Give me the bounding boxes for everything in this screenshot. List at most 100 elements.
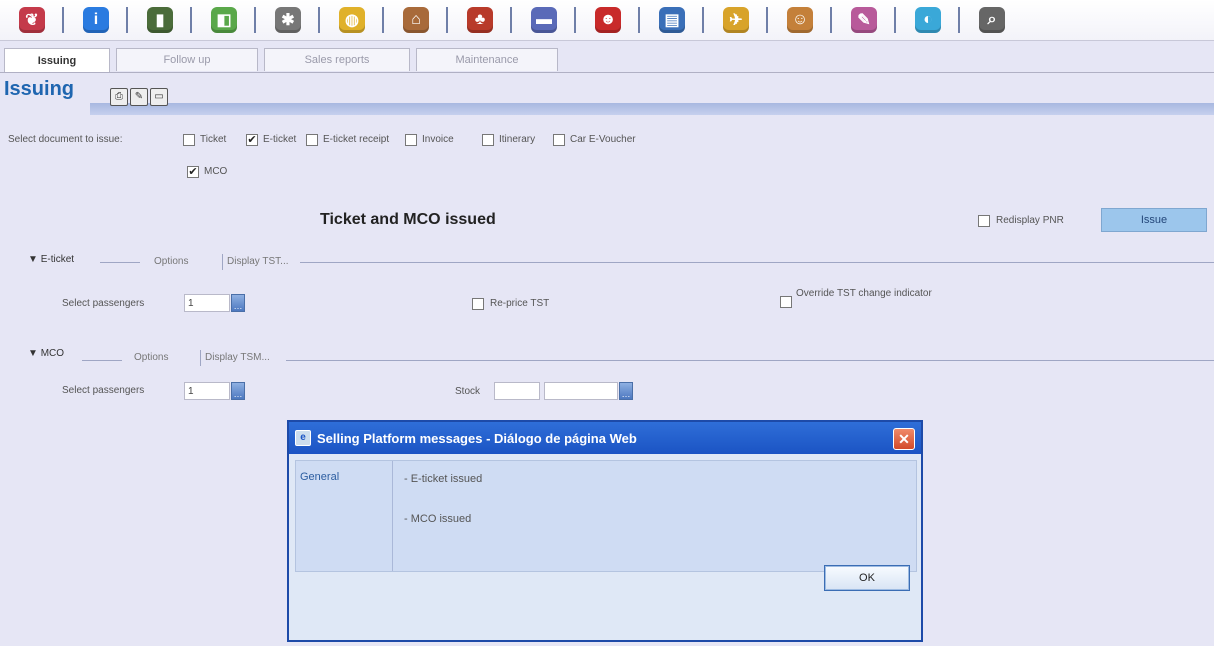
eticket-label: E-ticket — [263, 134, 297, 145]
toolbar-button-15[interactable]: ◐ — [896, 0, 960, 40]
title-band — [90, 103, 1214, 115]
toolbar-button-8[interactable]: ♣ — [448, 0, 512, 40]
mco-label: MCO — [204, 166, 228, 177]
house-icon: ⌂ — [403, 7, 429, 33]
book-icon: ▮ — [147, 7, 173, 33]
eticket-options-tab[interactable]: Options — [150, 254, 188, 270]
category-label: General — [300, 471, 340, 483]
stock-label: Stock — [455, 386, 481, 397]
ticket-checkbox[interactable] — [183, 134, 195, 146]
message-mco: - MCO issued — [404, 513, 472, 525]
ok-button[interactable]: OK — [824, 565, 910, 591]
toolbar-button-13[interactable]: ☺ — [768, 0, 832, 40]
messages-dialog: e Selling Platform messages - Diálogo de… — [287, 420, 923, 642]
toolbar-button-7[interactable]: ⌂ — [384, 0, 448, 40]
tab-sales-reports[interactable]: Sales reports — [264, 48, 410, 71]
car-evoucher-checkbox[interactable] — [553, 134, 565, 146]
toolbar-button-4[interactable]: ◧ — [192, 0, 256, 40]
eticket-section-line — [100, 262, 140, 263]
eticket-passengers-picker[interactable]: … — [231, 294, 245, 312]
tab-follow-up[interactable]: Follow up — [116, 48, 258, 71]
tab-divider — [0, 72, 1214, 73]
dialog-category: General — [296, 461, 393, 571]
status-message: Ticket and MCO issued — [320, 211, 496, 228]
search-icon: ⌕ — [979, 7, 1005, 33]
mco-checkbox[interactable]: ✔ — [187, 166, 199, 178]
select-doc-label: Select document to issue: — [8, 134, 123, 145]
collapse-arrow-icon: ▼ — [28, 348, 38, 359]
redisplay-pnr-label: Redisplay PNR — [996, 215, 1064, 226]
reprice-tst-label: Re-price TST — [490, 298, 550, 309]
toolbar-button-3[interactable]: ▮ — [128, 0, 192, 40]
toolbar-button-11[interactable]: ▤ — [640, 0, 704, 40]
toolbar-button-14[interactable]: ✎ — [832, 0, 896, 40]
info-icon: i — [83, 7, 109, 33]
title-toolbar: ⎙ ✎ ▭ — [110, 88, 168, 106]
documents-icon: ▤ — [659, 7, 685, 33]
toolbar-button-12[interactable]: ✈ — [704, 0, 768, 40]
network-icon: ✱ — [275, 7, 301, 33]
itinerary-label: Itinerary — [499, 134, 536, 145]
eticket-section-toggle[interactable]: ▼ E-ticket — [28, 254, 74, 265]
mco-section-line-right — [286, 360, 1214, 361]
web-icon: ◐ — [915, 7, 941, 33]
mco-section-line — [82, 360, 122, 361]
car-evoucher-label: Car E-Voucher — [570, 134, 636, 145]
eticket-section-line-right — [300, 262, 1214, 263]
toolbar-button-1[interactable]: ❦ — [0, 0, 64, 40]
print-icon[interactable]: ⎙ — [110, 88, 128, 106]
cube-icon: ◧ — [211, 7, 237, 33]
dialog-body: General - E-ticket issued - MCO issued — [295, 460, 917, 572]
close-icon[interactable]: ✕ — [893, 428, 915, 450]
tab-maintenance[interactable]: Maintenance — [416, 48, 558, 71]
itinerary-checkbox[interactable] — [482, 134, 494, 146]
car-icon: ▬ — [531, 7, 557, 33]
toolbar-button-9[interactable]: ▬ — [512, 0, 576, 40]
page-title: Issuing — [4, 78, 75, 100]
person-icon: ☺ — [787, 7, 813, 33]
invoice-checkbox[interactable] — [405, 134, 417, 146]
mco-options-tab[interactable]: Options — [130, 350, 168, 366]
eticket-passengers-input[interactable]: 1 — [184, 294, 230, 312]
invoice-label: Invoice — [422, 134, 454, 145]
toolbar-button-5[interactable]: ✱ — [256, 0, 320, 40]
stock-picker[interactable]: … — [619, 382, 633, 400]
mco-select-passengers-label: Select passengers — [62, 385, 145, 396]
override-tst-checkbox[interactable] — [780, 296, 792, 308]
dialog-title: Selling Platform messages - Diálogo de p… — [317, 430, 637, 446]
window-icon[interactable]: ▭ — [150, 88, 168, 106]
collapse-arrow-icon: ▼ — [28, 254, 38, 265]
eticket-receipt-checkbox[interactable] — [306, 134, 318, 146]
airplane-icon: ✈ — [723, 7, 749, 33]
stock-select[interactable] — [544, 382, 618, 400]
tab-issuing[interactable]: Issuing — [4, 48, 110, 73]
module-tabs: Issuing Follow up Sales reports Maintena… — [4, 48, 564, 73]
agent-icon: ☻ — [595, 7, 621, 33]
mco-display-tsm-tab[interactable]: Display TSM... — [200, 350, 270, 366]
dialog-title-bar[interactable]: e Selling Platform messages - Diálogo de… — [289, 422, 921, 454]
mco-passengers-picker[interactable]: … — [231, 382, 245, 400]
profile-icon: ❦ — [19, 7, 45, 33]
redisplay-pnr-checkbox[interactable] — [978, 215, 990, 227]
toolbar-button-6[interactable]: ◍ — [320, 0, 384, 40]
stock-input[interactable] — [494, 382, 540, 400]
app-icon: e — [295, 430, 311, 446]
mco-section-toggle[interactable]: ▼ MCO — [28, 348, 64, 359]
chair-icon: ♣ — [467, 7, 493, 33]
eticket-display-tst-tab[interactable]: Display TST... — [222, 254, 289, 270]
eticket-select-passengers-label: Select passengers — [62, 298, 145, 309]
mco-passengers-input[interactable]: 1 — [184, 382, 230, 400]
toolbar-button-10[interactable]: ☻ — [576, 0, 640, 40]
override-tst-label: Override TST change indicator — [796, 288, 932, 299]
reprice-tst-checkbox[interactable] — [472, 298, 484, 310]
eticket-section-label: E-ticket — [40, 254, 75, 265]
toolbar-button-16[interactable]: ⌕ — [960, 0, 1024, 40]
globe-pie-icon: ◍ — [339, 7, 365, 33]
edit-icon[interactable]: ✎ — [130, 88, 148, 106]
eticket-checkbox[interactable]: ✔ — [246, 134, 258, 146]
chart-icon: ✎ — [851, 7, 877, 33]
main-toolbar: ❦ i ▮ ◧ ✱ ◍ ⌂ ♣ ▬ ☻ ▤ ✈ ☺ ✎ ◐ ⌕ — [0, 0, 1214, 41]
toolbar-button-2[interactable]: i — [64, 0, 128, 40]
issue-button[interactable]: Issue — [1101, 208, 1207, 232]
eticket-receipt-label: E-ticket receipt — [323, 134, 390, 145]
